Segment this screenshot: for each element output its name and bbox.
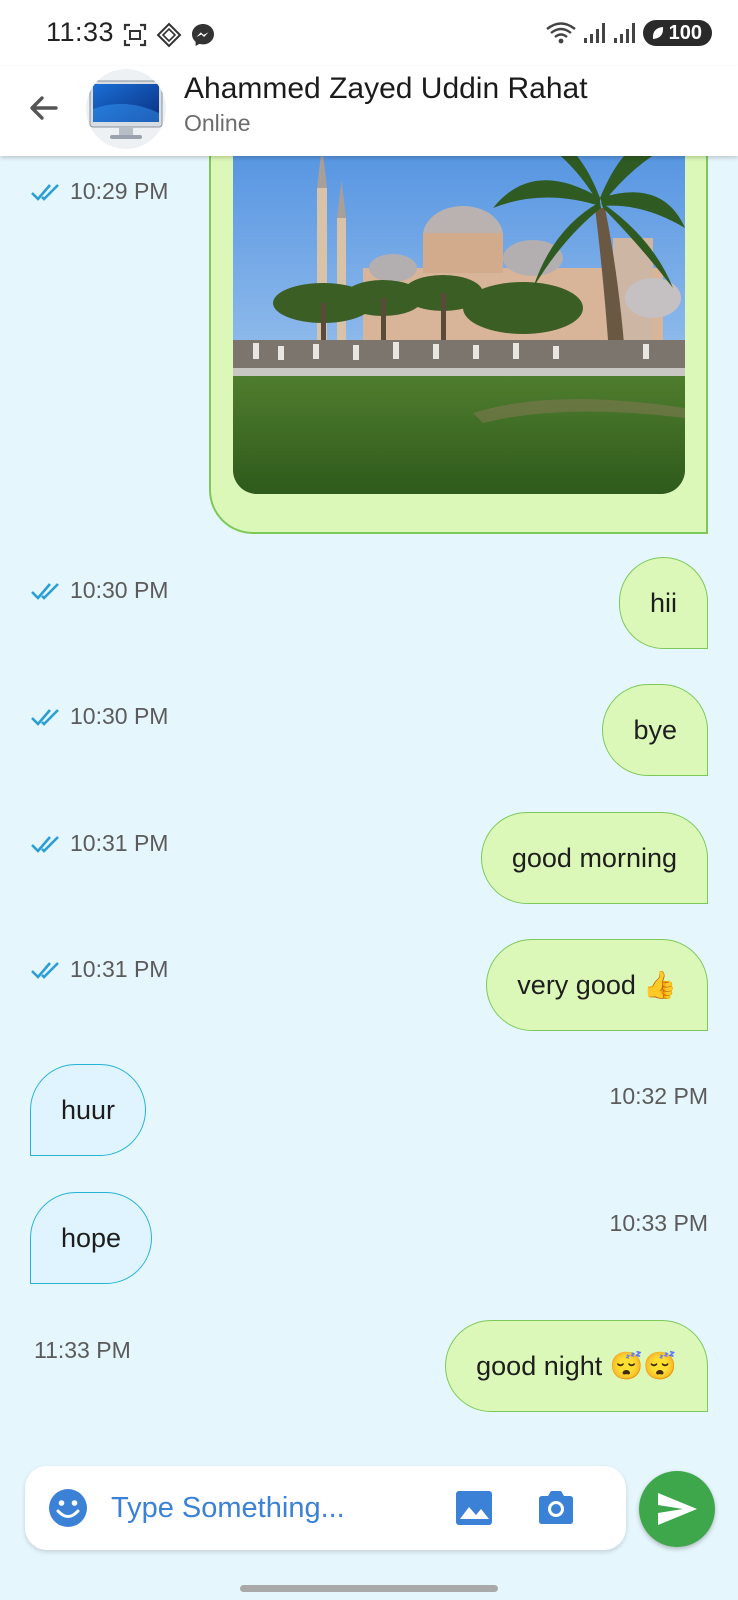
- message-timestamp: 10:31 PM: [30, 830, 168, 857]
- image-icon[interactable]: [453, 1487, 495, 1529]
- battery-leaf-icon: [652, 27, 663, 39]
- message-timestamp: 10:30 PM: [30, 703, 168, 730]
- outgoing-message-bubble[interactable]: good night 😴😴: [445, 1320, 708, 1412]
- computer-monitor-icon: [89, 80, 163, 139]
- chat-header: Ahammed Zayed Uddin Rahat Online: [0, 66, 738, 156]
- contact-name: Ahammed Zayed Uddin Rahat: [184, 72, 588, 105]
- image-message-bubble[interactable]: [209, 156, 708, 534]
- outgoing-message-bubble[interactable]: very good 👍: [486, 939, 708, 1031]
- message-timestamp: 10:29 PM: [30, 178, 168, 205]
- double-check-icon: [31, 183, 59, 201]
- message-composer: [25, 1466, 626, 1550]
- message-list[interactable]: 10:29 PM 10:30 PM hii 10:30 PM bye 10:31…: [0, 156, 738, 1440]
- incoming-message-bubble[interactable]: huur: [30, 1064, 147, 1156]
- signal-icon-2: [613, 23, 635, 43]
- message-timestamp: 11:33 PM: [34, 1337, 131, 1363]
- message-photo[interactable]: [233, 156, 685, 494]
- mosque-photo: [233, 156, 685, 494]
- camera-icon[interactable]: [535, 1487, 577, 1529]
- status-bar: 11:33 100: [0, 0, 738, 66]
- outgoing-message-bubble[interactable]: hii: [618, 557, 708, 649]
- emoji-icon[interactable]: [47, 1487, 89, 1529]
- presence-status: Online: [184, 110, 251, 136]
- gesture-navigation-bar[interactable]: [240, 1585, 498, 1592]
- double-check-icon: [31, 708, 59, 726]
- message-timestamp: 10:32 PM: [609, 1083, 708, 1109]
- message-input[interactable]: [111, 1480, 431, 1536]
- outgoing-message-bubble[interactable]: bye: [602, 684, 708, 776]
- signal-icon-1: [583, 23, 605, 43]
- double-check-icon: [31, 582, 59, 600]
- screenshot-icon: [123, 23, 147, 47]
- messenger-icon: [192, 24, 214, 46]
- message-timestamp: 10:33 PM: [609, 1210, 708, 1236]
- double-check-icon: [31, 961, 59, 979]
- back-arrow-icon[interactable]: [22, 86, 66, 130]
- outgoing-message-bubble[interactable]: good morning: [480, 812, 708, 904]
- avatar[interactable]: [86, 69, 166, 149]
- status-time: 11:33: [46, 17, 115, 47]
- message-timestamp: 10:30 PM: [30, 577, 168, 604]
- battery-indicator: 100: [642, 20, 712, 46]
- wifi-icon: [545, 22, 576, 44]
- battery-level: 100: [668, 21, 702, 44]
- incoming-message-bubble[interactable]: hope: [30, 1192, 153, 1284]
- send-icon: [658, 1493, 697, 1525]
- app-grid-icon: [156, 22, 182, 48]
- send-button[interactable]: [639, 1471, 715, 1547]
- message-timestamp: 10:31 PM: [30, 956, 168, 983]
- double-check-icon: [31, 835, 59, 853]
